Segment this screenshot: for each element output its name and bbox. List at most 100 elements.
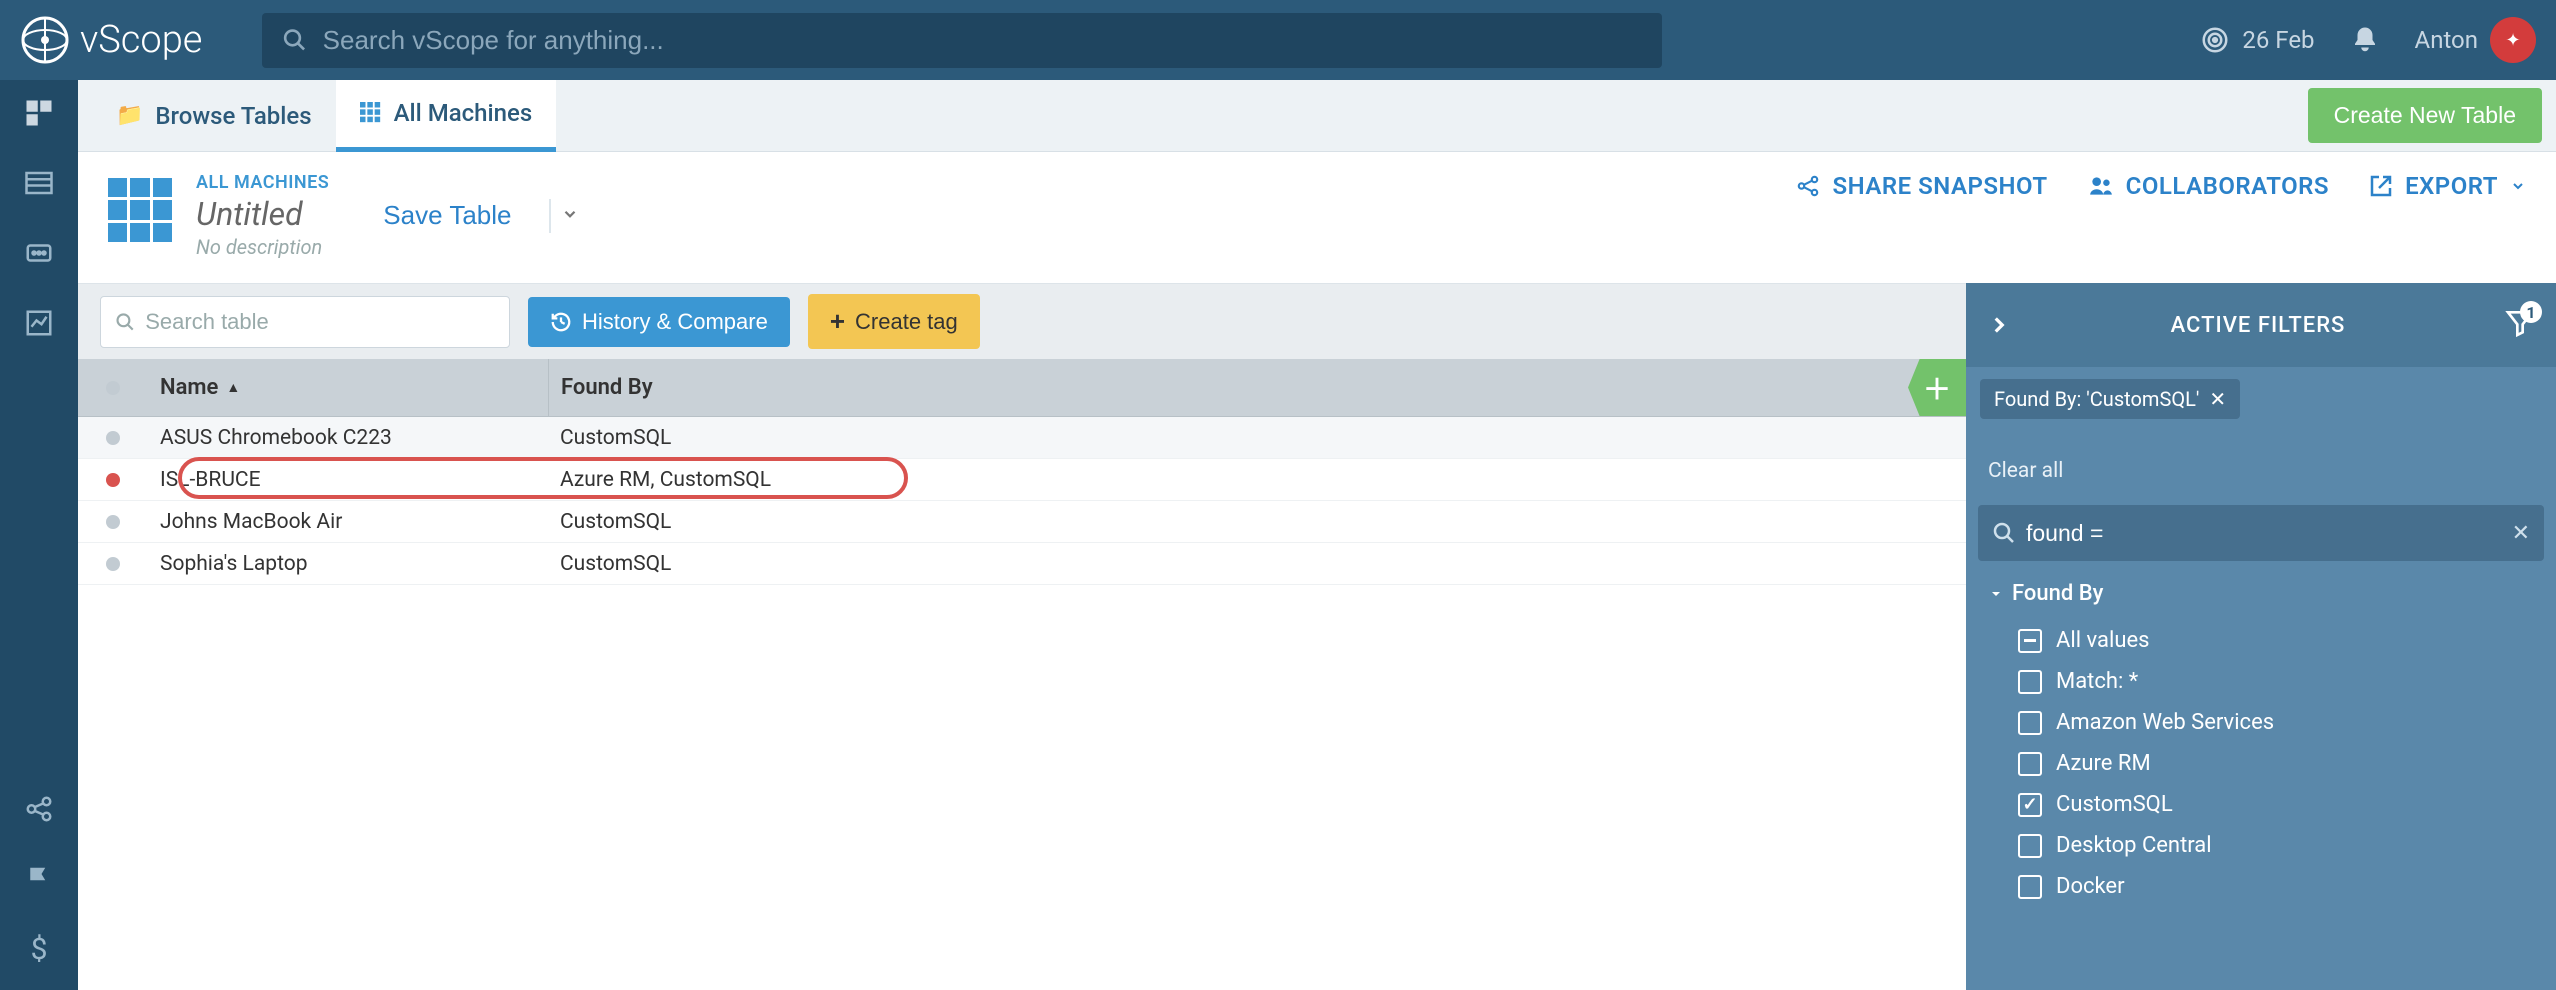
filter-search[interactable]: ✕ xyxy=(1978,505,2544,561)
plus-icon: ＋ xyxy=(1923,368,1951,408)
left-sidebar: $ xyxy=(0,80,78,990)
discovery-date[interactable]: 26 Feb xyxy=(2200,25,2314,55)
sidebar-item-flag[interactable] xyxy=(18,858,60,900)
checkbox-icon xyxy=(2018,875,2042,899)
filter-option-label: Amazon Web Services xyxy=(2056,710,2274,735)
table-search[interactable] xyxy=(100,296,510,348)
sidebar-item-share[interactable] xyxy=(18,788,60,830)
search-icon xyxy=(1992,521,2016,545)
tab-label: Browse Tables xyxy=(155,102,311,130)
chevron-down-icon xyxy=(2510,178,2526,194)
table-row[interactable]: ASUS Chromebook C223CustomSQL xyxy=(78,417,1966,459)
cell-name: ASUS Chromebook C223 xyxy=(148,426,548,450)
top-bar: vScope 26 Feb Anton ✦ xyxy=(0,0,2556,80)
save-table-dropdown[interactable] xyxy=(549,199,589,233)
tab-all-machines[interactable]: All Machines xyxy=(336,80,557,152)
create-tag-button[interactable]: + Create tag xyxy=(808,294,980,349)
grid-icon xyxy=(360,102,382,124)
date-text: 26 Feb xyxy=(2242,26,2314,54)
filter-search-input[interactable] xyxy=(2026,520,2502,547)
table-search-input[interactable] xyxy=(145,309,495,335)
cell-name: Sophia's Laptop xyxy=(148,552,548,576)
table-region: History & Compare + Create tag Name ▲ Fo… xyxy=(78,283,1966,990)
tabs-bar: 📁 Browse Tables All Machines Create New … xyxy=(78,80,2556,152)
users-icon xyxy=(2088,173,2114,199)
tiles-icon xyxy=(24,98,54,128)
global-search-input[interactable] xyxy=(323,25,1643,56)
clear-all-button[interactable]: Clear all xyxy=(1966,431,2556,499)
add-column-button[interactable]: ＋ xyxy=(1908,359,1966,416)
brand[interactable]: vScope xyxy=(20,15,202,65)
filter-option[interactable]: Docker xyxy=(1966,866,2556,907)
filter-option[interactable]: Desktop Central xyxy=(1966,825,2556,866)
page-title: Untitled xyxy=(196,195,329,233)
sidebar-item-billing[interactable]: $ xyxy=(18,928,60,970)
cell-found-by: Azure RM, CustomSQL xyxy=(548,459,938,500)
share-snapshot-button[interactable]: SHARE SNAPSHOT xyxy=(1795,172,2048,200)
filters-header: ACTIVE FILTERS 1 xyxy=(1966,283,2556,367)
breadcrumb[interactable]: ALL MACHINES xyxy=(196,172,329,193)
filter-option[interactable]: CustomSQL xyxy=(1966,784,2556,825)
filter-option[interactable]: Azure RM xyxy=(1966,743,2556,784)
filter-option[interactable]: All values xyxy=(1966,620,2556,661)
search-icon xyxy=(115,311,135,333)
cell-name: ISL-BRUCE xyxy=(148,468,548,492)
filter-option-label: Match: * xyxy=(2056,669,2138,694)
close-icon[interactable]: ✕ xyxy=(2209,387,2226,411)
collaborators-button[interactable]: COLLABORATORS xyxy=(2088,172,2329,200)
filter-option[interactable]: Amazon Web Services xyxy=(1966,702,2556,743)
status-dot-icon xyxy=(106,515,120,529)
brand-name: vScope xyxy=(80,18,202,62)
filter-option-label: Docker xyxy=(2056,874,2125,899)
ellipsis-box-icon xyxy=(24,238,54,268)
checkbox-icon xyxy=(2018,834,2042,858)
filter-option-label: All values xyxy=(2056,628,2149,653)
user-name: Anton xyxy=(2415,26,2478,54)
chevron-right-icon[interactable] xyxy=(1986,312,2012,338)
history-compare-button[interactable]: History & Compare xyxy=(528,297,790,347)
filter-chip[interactable]: Found By: 'CustomSQL' ✕ xyxy=(1980,379,2240,419)
page-actions: SHARE SNAPSHOT COLLABORATORS EXPORT xyxy=(1795,172,2526,200)
plus-icon: + xyxy=(830,306,845,337)
target-icon xyxy=(2200,25,2230,55)
tab-browse-tables[interactable]: 📁 Browse Tables xyxy=(92,80,336,152)
filter-option[interactable]: Match: * xyxy=(1966,661,2556,702)
clear-input-icon[interactable]: ✕ xyxy=(2512,521,2530,546)
table-rows: ASUS Chromebook C223CustomSQLISL-BRUCEAz… xyxy=(78,417,1966,585)
sidebar-item-chart[interactable] xyxy=(18,302,60,344)
table-row[interactable]: Johns MacBook AirCustomSQL xyxy=(78,501,1966,543)
table-row[interactable]: ISL-BRUCEAzure RM, CustomSQL xyxy=(78,459,1966,501)
sidebar-item-tables[interactable] xyxy=(18,162,60,204)
filter-chips: Found By: 'CustomSQL' ✕ xyxy=(1966,367,2556,431)
filter-count-badge: 1 xyxy=(2520,301,2542,323)
filter-option-label: Azure RM xyxy=(2056,751,2151,776)
checkbox-icon xyxy=(2018,629,2042,653)
main-area: 📁 Browse Tables All Machines Create New … xyxy=(78,80,2556,990)
filter-options: All values Match: * Amazon Web Services Azu… xyxy=(1966,620,2556,907)
column-select[interactable] xyxy=(78,381,148,395)
filter-funnel[interactable]: 1 xyxy=(2504,307,2536,343)
column-name[interactable]: Name ▲ xyxy=(148,375,548,400)
folder-icon: 📁 xyxy=(116,103,143,128)
checkbox-icon xyxy=(2018,752,2042,776)
create-new-table-button[interactable]: Create New Table xyxy=(2308,88,2542,143)
export-button[interactable]: EXPORT xyxy=(2369,172,2526,200)
bell-icon[interactable] xyxy=(2350,25,2380,55)
sidebar-item-dashboard[interactable] xyxy=(18,92,60,134)
global-search[interactable] xyxy=(262,13,1662,68)
caret-down-icon xyxy=(1988,586,2004,602)
history-icon xyxy=(550,311,572,333)
sidebar-item-misc1[interactable] xyxy=(18,232,60,274)
dollar-icon: $ xyxy=(31,932,48,967)
column-found-by[interactable]: Found By xyxy=(548,359,938,416)
table-toolbar: History & Compare + Create tag xyxy=(78,283,1966,359)
save-table-button[interactable]: Save Table xyxy=(383,200,511,231)
table-row[interactable]: Sophia's LaptopCustomSQL xyxy=(78,543,1966,585)
dot-icon xyxy=(106,381,120,395)
chart-icon xyxy=(24,308,54,338)
filter-option-label: CustomSQL xyxy=(2056,792,2173,817)
filter-group-found-by[interactable]: Found By xyxy=(1966,567,2556,620)
user-menu[interactable]: Anton ✦ xyxy=(2415,17,2536,63)
cell-name: Johns MacBook Air xyxy=(148,510,548,534)
share-nodes-icon xyxy=(24,794,54,824)
